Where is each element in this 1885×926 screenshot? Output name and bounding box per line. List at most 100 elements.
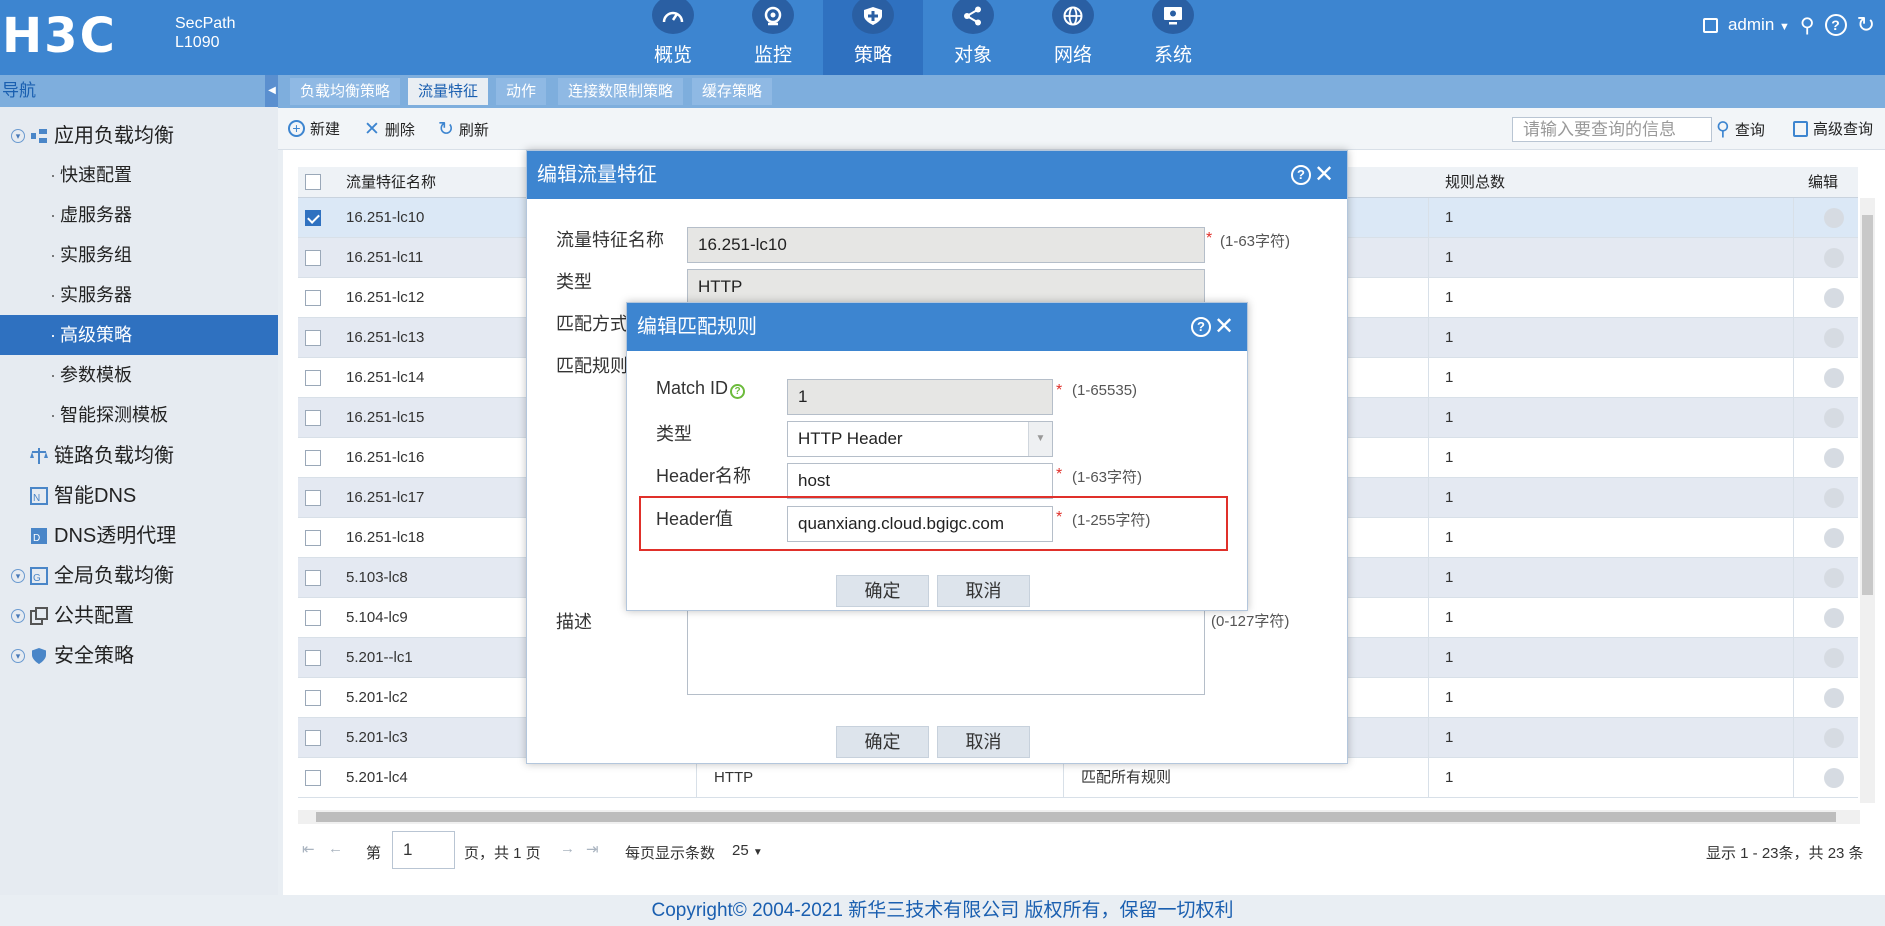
row-checkbox[interactable]	[305, 570, 321, 586]
edit-pencil-icon[interactable]	[1824, 288, 1844, 308]
help-icon[interactable]: ?	[1191, 317, 1211, 337]
row-checkbox[interactable]	[305, 370, 321, 386]
nav-overview[interactable]: 概览	[623, 0, 723, 75]
nav-monitor[interactable]: 监控	[723, 0, 823, 75]
edit-pencil-icon[interactable]	[1824, 448, 1844, 468]
edit-pencil-icon[interactable]	[1824, 528, 1844, 548]
tab-traffic-feature[interactable]: 流量特征	[408, 78, 489, 105]
search-icon[interactable]: ⚲	[1800, 13, 1815, 38]
row-checkbox[interactable]	[305, 650, 321, 666]
table-row[interactable]: 5.201-lc4 HTTP 匹配所有规则 1	[298, 758, 1858, 798]
vertical-scrollbar-thumb[interactable]	[1862, 215, 1873, 595]
new-button[interactable]: + 新建	[288, 118, 340, 139]
sidebar-item-quick-config[interactable]: 快速配置	[0, 155, 278, 195]
name-field[interactable]: 16.251-lc10	[687, 227, 1205, 263]
description-textarea[interactable]	[687, 609, 1205, 695]
refresh-button[interactable]: ↻ 刷新	[438, 118, 489, 141]
inner-ok-button[interactable]: 确定	[836, 575, 929, 607]
header-name-field[interactable]: host	[787, 463, 1053, 499]
help-icon[interactable]: ?	[1824, 14, 1847, 36]
row-checkbox[interactable]	[305, 530, 321, 546]
edit-pencil-icon[interactable]	[1824, 208, 1844, 228]
sidebar-item-security-policy[interactable]: ▾ 安全策略	[0, 636, 278, 676]
row-checkbox[interactable]	[305, 450, 321, 466]
sidebar-item-global-lb[interactable]: ▾ G 全局负载均衡	[0, 556, 278, 596]
query-button[interactable]: ⚲ 查询	[1716, 118, 1765, 141]
edit-pencil-icon[interactable]	[1824, 568, 1844, 588]
row-rule-count: 1	[1445, 449, 1454, 466]
row-checkbox[interactable]	[305, 610, 321, 626]
row-checkbox[interactable]	[305, 290, 321, 306]
row-checkbox[interactable]	[305, 330, 321, 346]
nav-system[interactable]: 系统	[1123, 0, 1223, 75]
page-number-input[interactable]: 1	[392, 831, 455, 869]
collapse-sidebar-icon[interactable]: ◀	[265, 75, 279, 107]
edit-pencil-icon[interactable]	[1824, 488, 1844, 508]
sidebar-item-dns-proxy[interactable]: D DNS透明代理	[0, 516, 278, 556]
sidebar-item-common-config[interactable]: ▾ 公共配置	[0, 596, 278, 636]
advanced-query-button[interactable]: 高级查询	[1793, 118, 1873, 139]
edit-pencil-icon[interactable]	[1824, 688, 1844, 708]
tab-cache-policy[interactable]: 缓存策略	[692, 78, 773, 105]
first-page-icon[interactable]: ⇤	[302, 840, 315, 858]
edit-pencil-icon[interactable]	[1824, 248, 1844, 268]
save-icon[interactable]	[1702, 17, 1718, 33]
sidebar-item-real-server[interactable]: 实服务器	[0, 275, 278, 315]
expand-icon[interactable]: ▾	[11, 569, 25, 583]
row-checkbox[interactable]	[305, 690, 321, 706]
sidebar-item-advanced-policy[interactable]: 高级策略	[0, 315, 278, 355]
info-icon[interactable]: ?	[730, 384, 746, 399]
horizontal-scrollbar-thumb[interactable]	[316, 812, 1836, 822]
edit-pencil-icon[interactable]	[1824, 368, 1844, 388]
edit-pencil-icon[interactable]	[1824, 648, 1844, 668]
tab-lb-policy[interactable]: 负载均衡策略	[290, 78, 401, 105]
nav-network[interactable]: 网络	[1023, 0, 1123, 75]
sidebar-item-link-lb[interactable]: 链路负载均衡	[0, 436, 278, 476]
row-checkbox[interactable]	[305, 730, 321, 746]
inner-cancel-button[interactable]: 取消	[937, 575, 1030, 607]
tab-connection-limit[interactable]: 连接数限制策略	[558, 78, 684, 105]
delete-button[interactable]: ✕ 删除	[364, 118, 415, 141]
user-menu[interactable]: admin ▼	[1728, 15, 1790, 35]
next-page-icon[interactable]: →	[560, 840, 575, 857]
sidebar-item-real-server-group[interactable]: 实服务组	[0, 235, 278, 275]
sidebar-item-app-lb[interactable]: ▾ 应用负载均衡	[0, 116, 278, 156]
sidebar-item-virtual-server[interactable]: 虚服务器	[0, 195, 278, 235]
search-input[interactable]: 请输入要查询的信息	[1512, 117, 1712, 142]
description-hint: (0-127字符)	[1211, 613, 1290, 630]
last-page-icon[interactable]: ⇥	[586, 840, 599, 858]
nav-overview-label: 概览	[653, 45, 692, 66]
sidebar-item-probe-template[interactable]: 智能探测模板	[0, 395, 278, 435]
edit-pencil-icon[interactable]	[1824, 728, 1844, 748]
match-id-field[interactable]: 1	[787, 379, 1053, 415]
row-checkbox[interactable]	[305, 490, 321, 506]
help-icon[interactable]: ?	[1291, 165, 1311, 185]
close-icon[interactable]: ✕	[1214, 315, 1234, 339]
outer-ok-button[interactable]: 确定	[836, 726, 929, 758]
expand-icon[interactable]: ▾	[11, 129, 25, 143]
edit-pencil-icon[interactable]	[1824, 608, 1844, 628]
row-checkbox[interactable]	[305, 770, 321, 786]
outer-cancel-button[interactable]: 取消	[937, 726, 1030, 758]
tab-action[interactable]: 动作	[496, 78, 547, 105]
row-checkbox[interactable]	[305, 410, 321, 426]
prev-page-icon[interactable]: ←	[328, 840, 343, 857]
logout-icon[interactable]: ↻	[1857, 12, 1875, 38]
edit-pencil-icon[interactable]	[1824, 768, 1844, 788]
select-all-checkbox[interactable]	[305, 174, 321, 190]
row-checkbox[interactable]	[305, 250, 321, 266]
row-checkbox[interactable]	[305, 210, 321, 226]
expand-icon[interactable]: ▾	[11, 649, 25, 663]
nav-object[interactable]: 对象	[923, 0, 1023, 75]
close-icon[interactable]: ✕	[1314, 163, 1334, 187]
edit-pencil-icon[interactable]	[1824, 328, 1844, 348]
edit-pencil-icon[interactable]	[1824, 408, 1844, 428]
rule-type-select[interactable]: HTTP Header ▼	[787, 421, 1053, 457]
nav-policy[interactable]: 策略	[823, 0, 923, 75]
sidebar-item-smart-dns[interactable]: N 智能DNS	[0, 476, 278, 516]
type-field[interactable]: HTTP	[687, 269, 1205, 305]
sidebar-item-param-template[interactable]: 参数模板	[0, 355, 278, 395]
per-page-select[interactable]: 25 ▼	[732, 842, 763, 859]
description-label: 描述	[556, 612, 592, 632]
expand-icon[interactable]: ▾	[11, 609, 25, 623]
